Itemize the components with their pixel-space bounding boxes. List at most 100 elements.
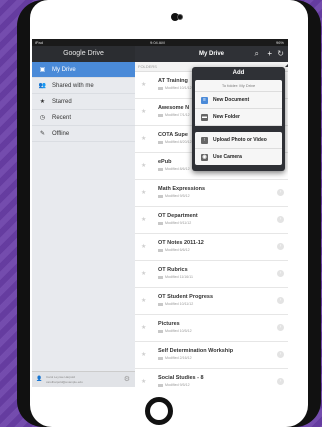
modified-text: Modified 8/20/12 [165,140,192,144]
chevron-right-icon[interactable]: › [277,216,284,223]
add-media-menu: ↑ Upload Photo or Video ◉ Use Camera [195,132,282,165]
top-bar: My Drive ⌕ + ↻ [135,46,288,62]
modified-date: Modified 6/6/12 [158,248,190,252]
add-icon[interactable]: + [267,49,272,58]
chevron-right-icon[interactable]: › [277,324,284,331]
star-icon[interactable]: ★ [141,378,146,385]
file-row[interactable]: ★ Self Determination Workship Modified 2/1… [135,342,288,369]
drive-icon: ▣ [39,67,46,73]
account-footer[interactable]: 👤 Carol Leynse Harpold carolharpold@exam… [32,371,135,387]
folder-icon [158,140,163,144]
modified-date: Modified 8/6/12 [158,167,190,171]
star-icon[interactable]: ★ [141,270,146,277]
file-row[interactable]: ★ Social Studies - 8 Modified 9/5/12 › [135,369,288,387]
sidebar-item-label: Offline [52,130,70,137]
modified-text: Modified 9/5/12 [165,383,190,387]
sidebar: Google Drive ▣ My Drive 👥 Shared with me… [32,46,136,387]
sidebar-item-label: Shared with me [52,82,94,89]
folder-name: AT Training [158,78,188,84]
status-bar: iPad 9:04 AM 96% [32,39,288,46]
folder-icon [158,329,163,333]
folder-icon [158,194,163,198]
modified-text: Modified 10/11/12 [165,302,194,306]
popup-arrow [285,62,288,67]
star-icon[interactable]: ★ [141,216,146,223]
folder-name: OT Rubrics [158,267,188,273]
pin-icon: ✎ [39,131,46,137]
folder-name: Awesome N [158,105,190,111]
gear-icon[interactable]: ⚙ [124,375,130,383]
star-icon[interactable]: ★ [141,135,146,142]
star-icon[interactable]: ★ [141,189,146,196]
modified-text: Modified 10/5/12 [165,329,192,333]
folder-icon [158,221,163,225]
sidebar-item-recent[interactable]: ◷ Recent [32,110,135,126]
sidebar-item-my-drive[interactable]: ▣ My Drive [32,62,135,78]
sidebar-item-label: Starred [52,98,72,105]
sidebar-item-offline[interactable]: ✎ Offline [32,126,135,142]
folder-icon [158,275,163,279]
modified-date: Modified 9/5/12 [158,194,190,198]
file-row[interactable]: ★ OT Student Progress Modified 10/11/12 › [135,288,288,315]
file-row[interactable]: ★ OT Notes 2011-12 Modified 6/6/12 › [135,234,288,261]
document-icon: ≡ [201,96,208,104]
folder-name: Self Determination Workship [158,348,234,354]
star-icon[interactable]: ★ [141,297,146,304]
folder-name: ePub [158,159,172,165]
ipad-screen: iPad 9:04 AM 96% Google Drive ▣ My Drive… [32,39,288,387]
people-icon: 👥 [38,83,47,89]
star-icon: ★ [39,99,46,105]
sidebar-item-shared[interactable]: 👥 Shared with me [32,78,135,94]
star-icon[interactable]: ★ [141,243,146,250]
star-icon[interactable]: ★ [141,351,146,358]
sidebar-item-label: Recent [52,114,72,121]
refresh-icon[interactable]: ↻ [277,49,284,58]
folder-icon [158,383,163,387]
modified-text: Modified 2/16/12 [165,356,192,360]
star-icon[interactable]: ★ [141,108,146,115]
modified-date: Modified 10/5/12 [158,329,192,333]
search-icon[interactable]: ⌕ [255,49,259,59]
new-document-button[interactable]: ≡ New Document [195,92,282,109]
modified-text: Modified 9/11/12 [165,221,192,225]
menu-item-label: Use Camera [213,154,242,160]
chevron-right-icon[interactable]: › [277,270,284,277]
new-folder-button[interactable]: ▬ New Folder [195,109,282,126]
star-icon[interactable]: ★ [141,162,146,169]
menu-item-label: Upload Photo or Video [213,137,267,143]
chevron-right-icon[interactable]: › [277,189,284,196]
account-email: carolharpold@example.edu [46,380,83,384]
upload-photo-button[interactable]: ↑ Upload Photo or Video [195,132,282,149]
clock-icon: ◷ [39,115,46,121]
chevron-right-icon[interactable]: › [277,297,284,304]
modified-text: Modified 6/6/12 [165,248,190,252]
file-row[interactable]: ★ Math Expressions Modified 9/5/12 › [135,180,288,207]
file-row[interactable]: ★ Pictures Modified 10/5/12 › [135,315,288,342]
home-button[interactable] [145,397,173,425]
modified-date: Modified 2/16/12 [158,356,192,360]
folder-name: OT Notes 2011-12 [158,240,204,246]
app-title: Google Drive [32,46,135,62]
star-icon[interactable]: ★ [141,81,146,88]
folder-name: OT Department [158,213,198,219]
use-camera-button[interactable]: ◉ Use Camera [195,149,282,165]
file-row[interactable]: ★ OT Rubrics Modified 11/16/11 › [135,261,288,288]
modified-text: Modified 10/1/12 [165,86,192,90]
add-popover: Add To folder: My Drive ≡ New Document ▬… [192,67,285,171]
sidebar-item-starred[interactable]: ★ Starred [32,94,135,110]
file-row[interactable]: ★ OT Department Modified 9/11/12 › [135,207,288,234]
account-name: Carol Leynse Harpold [46,375,76,379]
chevron-right-icon[interactable]: › [277,378,284,385]
modified-text: Modified 11/16/11 [165,275,194,279]
modified-text: Modified 8/6/12 [165,167,190,171]
folder-name: COTA Supe [158,132,188,138]
camera-sensor [177,14,183,20]
modified-text: Modified 7/1/12 [165,113,190,117]
carrier-label: iPad [35,40,44,45]
folder-name: Social Studies - 8 [158,375,204,381]
star-icon[interactable]: ★ [141,324,146,331]
popup-title: Add [232,70,245,76]
camera-icon: ◉ [201,153,208,161]
chevron-right-icon[interactable]: › [277,243,284,250]
chevron-right-icon[interactable]: › [277,351,284,358]
